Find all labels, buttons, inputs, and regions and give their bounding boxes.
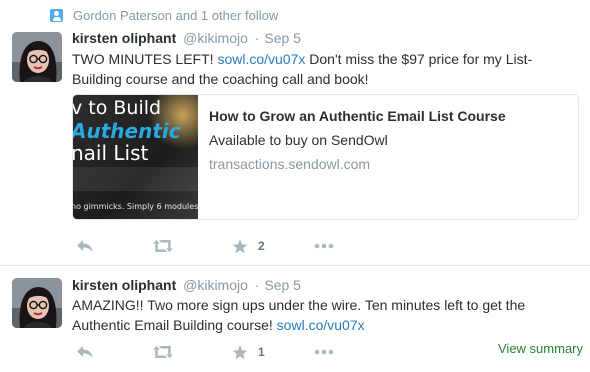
header-separator: ·: [254, 277, 260, 293]
retweet-button[interactable]: [152, 236, 174, 256]
more-button[interactable]: [314, 236, 334, 256]
author-username[interactable]: @kikimojo: [183, 30, 248, 46]
thumbnail-stripe: [73, 167, 198, 191]
thumbnail-caption: no gimmicks. Simply 6 modules on authent…: [73, 202, 198, 211]
tweet-actions: 2: [72, 236, 352, 256]
favorite-button[interactable]: 1: [232, 342, 265, 362]
reply-button[interactable]: [76, 236, 94, 256]
reply-button[interactable]: [76, 342, 94, 362]
tweet-text: TWO MINUTES LEFT! sowl.co/vu07x Don't mi…: [72, 49, 572, 89]
avatar-image: [12, 32, 62, 82]
favorite-count[interactable]: 2: [258, 239, 265, 253]
social-context-text: Gordon Paterson and 1 other follow: [73, 8, 279, 23]
reply-icon: [77, 346, 93, 358]
thumbnail-text-line: v to Build: [73, 97, 162, 119]
card-domain[interactable]: transactions.sendowl.com: [209, 155, 569, 173]
avatar-image: [12, 278, 62, 328]
tweet-header: kirsten oliphant @kikimojo · Sep 5: [72, 30, 301, 46]
avatar[interactable]: [12, 278, 62, 328]
author-fullname[interactable]: kirsten oliphant: [72, 277, 176, 293]
more-button[interactable]: [314, 342, 334, 362]
tweet-timestamp[interactable]: Sep 5: [264, 277, 301, 293]
tweet-timestamp[interactable]: Sep 5: [264, 30, 301, 46]
view-summary-link[interactable]: View summary: [498, 341, 583, 356]
tweet-2[interactable]: kirsten oliphant @kikimojo · Sep 5 AMAZI…: [0, 266, 590, 372]
card-thumbnail[interactable]: v to Build Authentic nail List no gimmic…: [73, 95, 198, 219]
thumbnail-text-line: nail List: [73, 141, 149, 165]
avatar[interactable]: [12, 32, 62, 82]
tweet-header: kirsten oliphant @kikimojo · Sep 5: [72, 277, 301, 293]
favorite-button[interactable]: 2: [232, 236, 265, 256]
reply-icon: [77, 240, 93, 252]
tweet-link[interactable]: sowl.co/vu07x: [217, 51, 305, 67]
tweet-text: AMAZING!! Two more sign ups under the wi…: [72, 295, 572, 335]
retweet-icon: [153, 240, 173, 252]
more-dots-icon: [314, 243, 334, 249]
tweet-1[interactable]: Gordon Paterson and 1 other follow kirst…: [0, 0, 590, 266]
card-description: Available to buy on SendOwl: [209, 132, 388, 148]
card-body[interactable]: How to Grow an Authentic Email List Cour…: [209, 107, 569, 173]
follow-user-icon: [50, 9, 63, 22]
retweet-button[interactable]: [152, 342, 174, 362]
star-icon: [232, 239, 248, 253]
more-dots-icon: [314, 349, 334, 355]
star-icon: [232, 345, 248, 359]
tweet-actions: 1: [72, 342, 352, 362]
author-username[interactable]: @kikimojo: [183, 277, 248, 293]
retweet-icon: [153, 346, 173, 358]
card-title[interactable]: How to Grow an Authentic Email List Cour…: [209, 107, 569, 125]
author-fullname[interactable]: kirsten oliphant: [72, 30, 176, 46]
favorite-count[interactable]: 1: [258, 345, 265, 359]
tweet-text-before: TWO MINUTES LEFT!: [72, 51, 218, 67]
thumbnail-text-line: Authentic: [73, 119, 181, 143]
social-context: Gordon Paterson and 1 other follow: [50, 8, 278, 23]
tweet-link[interactable]: sowl.co/vu07x: [277, 317, 365, 333]
summary-card[interactable]: v to Build Authentic nail List no gimmic…: [72, 94, 579, 220]
header-separator: ·: [254, 30, 260, 46]
